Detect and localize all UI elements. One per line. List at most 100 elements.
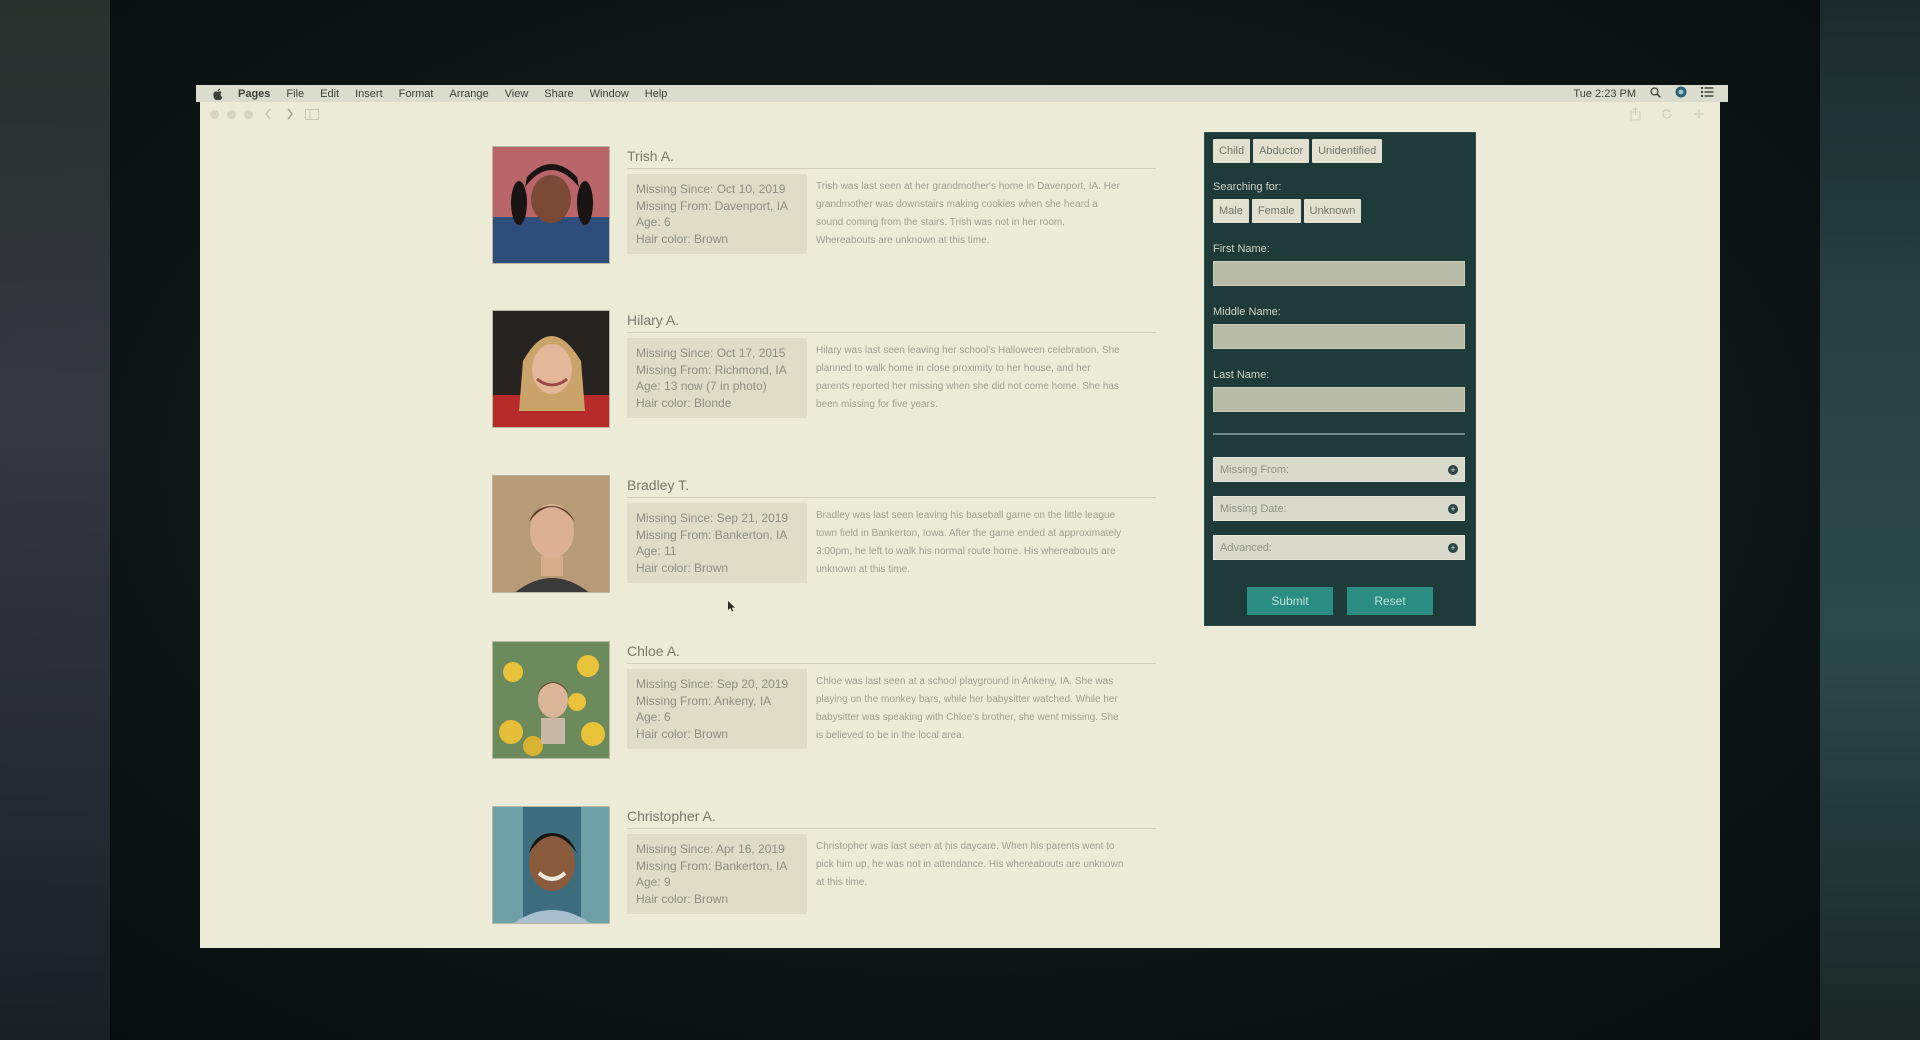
- profile-card: Chloe A. Missing Since: Sep 20, 2019 Mis…: [492, 641, 1156, 763]
- menu-window[interactable]: Window: [590, 88, 629, 100]
- menu-edit[interactable]: Edit: [320, 88, 339, 100]
- submit-button[interactable]: Submit: [1247, 587, 1333, 615]
- menu-format[interactable]: Format: [399, 88, 434, 100]
- background-blur-right: [1820, 0, 1920, 1040]
- child-photo: [492, 146, 610, 264]
- child-description: Hilary was last seen leaving her school'…: [816, 345, 1120, 410]
- reset-button[interactable]: Reset: [1347, 587, 1433, 615]
- child-name: Chloe A.: [627, 643, 680, 659]
- gender-female-button[interactable]: Female: [1251, 199, 1301, 223]
- pages-window: Trish A. Missing Since: Oct 10, 2019 Mis…: [200, 102, 1720, 948]
- advanced-dropdown[interactable]: Advanced: +: [1213, 535, 1465, 560]
- toolbar-right: [1628, 107, 1720, 121]
- hair-color: Hair color: Brown: [636, 560, 729, 575]
- minimize-window-icon[interactable]: [227, 109, 236, 119]
- gender-options: Male Female Unknown: [1213, 199, 1467, 223]
- child-name: Hilary A.: [627, 312, 680, 328]
- panel-divider: [1213, 433, 1465, 435]
- form-actions: Submit Reset: [1213, 587, 1467, 615]
- name-divider: [627, 828, 1156, 829]
- age: Age: 6: [636, 710, 671, 724]
- menu-insert[interactable]: Insert: [355, 88, 383, 100]
- gender-unknown-button[interactable]: Unknown: [1303, 199, 1362, 223]
- expand-plus-icon[interactable]: +: [1448, 503, 1458, 514]
- zoom-window-icon[interactable]: [244, 109, 253, 119]
- share-icon[interactable]: [1628, 107, 1642, 121]
- expand-plus-icon[interactable]: +: [1448, 464, 1458, 475]
- menu-arrange[interactable]: Arrange: [449, 88, 488, 100]
- missing-since: Missing Since: Sep 21, 2019: [636, 511, 789, 525]
- profile-card: Hilary A. Missing Since: Oct 17, 2015 Mi…: [492, 310, 1156, 432]
- missing-from: Missing From: Ankeny, IA: [636, 693, 772, 708]
- child-name: Bradley T.: [627, 477, 689, 493]
- menu-bar-status: Tue 2:23 PM: [1573, 86, 1728, 101]
- advanced-dropdown-label: Advanced:: [1220, 541, 1272, 554]
- child-info-box: Missing Since: Oct 17, 2015 Missing From…: [627, 338, 807, 418]
- notification-center-icon[interactable]: [1701, 87, 1714, 100]
- spotlight-search-icon[interactable]: [1650, 86, 1661, 101]
- child-info-box: Missing Since: Sep 21, 2019 Missing From…: [627, 503, 807, 583]
- missing-from-dropdown[interactable]: Missing From: +: [1213, 457, 1465, 482]
- missing-date-dropdown[interactable]: Missing Date: +: [1213, 496, 1465, 521]
- apple-menu-icon[interactable]: [210, 88, 226, 100]
- window-toolbar: [200, 102, 1720, 126]
- menu-share[interactable]: Share: [544, 88, 573, 100]
- age: Age: 11: [636, 544, 677, 558]
- expand-plus-icon[interactable]: +: [1448, 542, 1458, 553]
- age: Age: 9: [636, 875, 671, 889]
- tab-unidentified[interactable]: Unidentified: [1312, 139, 1383, 163]
- child-description: Christopher was last seen at his daycare…: [816, 841, 1124, 888]
- menu-file[interactable]: File: [286, 88, 304, 100]
- child-info-box: Missing Since: Oct 10, 2019 Missing From…: [627, 174, 807, 254]
- age: Age: 6: [636, 215, 671, 229]
- missing-since: Missing Since: Oct 17, 2015: [636, 346, 786, 360]
- menu-app-pages[interactable]: Pages: [238, 88, 270, 100]
- sidebar-toggle-icon[interactable]: [305, 107, 319, 121]
- menu-help[interactable]: Help: [645, 88, 668, 100]
- last-name-field[interactable]: [1213, 387, 1465, 412]
- child-description: Trish was last seen at her grandmother's…: [816, 181, 1120, 246]
- age: Age: 13 now (7 in photo): [636, 379, 767, 393]
- tab-child[interactable]: Child: [1213, 139, 1251, 163]
- missing-since: Missing Since: Apr 16, 2019: [636, 842, 785, 856]
- hair-color: Hair color: Brown: [636, 726, 729, 741]
- child-photo: [492, 475, 610, 593]
- back-icon[interactable]: [261, 107, 275, 121]
- name-divider: [627, 663, 1156, 664]
- menu-clock[interactable]: Tue 2:23 PM: [1573, 88, 1636, 100]
- child-description: Bradley was last seen leaving his baseba…: [816, 510, 1122, 575]
- missing-since: Missing Since: Sep 20, 2019: [636, 677, 789, 691]
- missing-date-dropdown-label: Missing Date:: [1220, 502, 1287, 515]
- missing-since: Missing Since: Oct 10, 2019: [636, 182, 786, 196]
- mouse-pointer-icon: [728, 599, 736, 617]
- menu-view[interactable]: View: [505, 88, 529, 100]
- child-info-box: Missing Since: Apr 16, 2019 Missing From…: [627, 834, 807, 914]
- siri-icon[interactable]: [1675, 86, 1687, 101]
- forward-icon[interactable]: [283, 107, 297, 121]
- tab-abductor[interactable]: Abductor: [1253, 139, 1310, 163]
- last-name-label: Last Name:: [1213, 369, 1270, 381]
- refresh-icon[interactable]: [1660, 107, 1674, 121]
- first-name-field[interactable]: [1213, 261, 1465, 286]
- searching-for-label: Searching for:: [1213, 181, 1282, 193]
- gender-male-button[interactable]: Male: [1213, 199, 1249, 223]
- close-window-icon[interactable]: [210, 109, 219, 119]
- profile-card: Trish A. Missing Since: Oct 10, 2019 Mis…: [492, 146, 1156, 268]
- category-tabs: Child Abductor Unidentified: [1213, 139, 1467, 163]
- new-tab-icon[interactable]: [1692, 107, 1706, 121]
- middle-name-label: Middle Name:: [1213, 306, 1281, 318]
- menu-bar: Pages File Edit Insert Format Arrange Vi…: [196, 85, 1728, 102]
- missing-from: Missing From: Bankerton, IA: [636, 527, 788, 542]
- name-divider: [627, 332, 1156, 333]
- child-name: Trish A.: [627, 148, 674, 164]
- missing-from: Missing From: Bankerton, IA: [636, 858, 788, 873]
- child-info-box: Missing Since: Sep 20, 2019 Missing From…: [627, 669, 807, 749]
- hair-color: Hair color: Blonde: [636, 395, 732, 410]
- search-panel: Child Abductor Unidentified Searching fo…: [1204, 132, 1476, 626]
- child-description: Chloe was last seen at a school playgrou…: [816, 676, 1119, 741]
- middle-name-field[interactable]: [1213, 324, 1465, 349]
- background-blur-left: [0, 0, 110, 1040]
- profile-card: Christopher A. Missing Since: Apr 16, 20…: [492, 806, 1156, 928]
- child-name: Christopher A.: [627, 808, 716, 824]
- child-photo: [492, 641, 610, 759]
